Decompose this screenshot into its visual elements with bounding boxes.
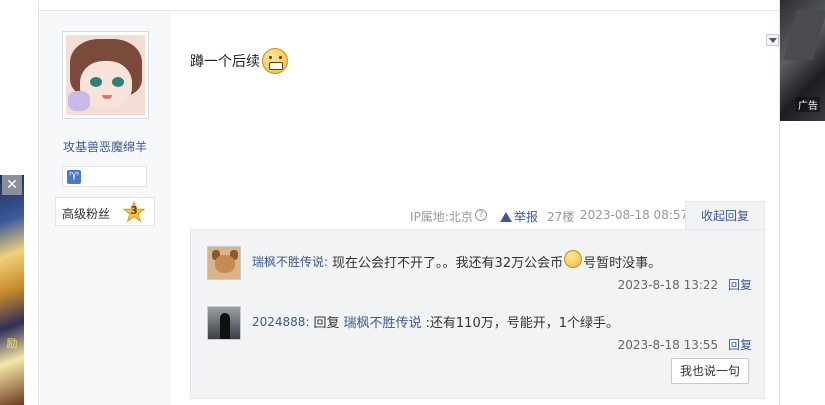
reply-timestamp: 2023-8-18 13:55 [617, 338, 719, 352]
side-ad-banner[interactable]: ✕ 励 [0, 175, 24, 405]
ip-location: IP属地:北京 [410, 210, 473, 224]
reply-button[interactable]: 回复 [728, 278, 752, 292]
reply-meta: 2023-8-18 13:22 回复 [618, 276, 752, 293]
reply-username[interactable]: 瑞枫不胜传说: [252, 253, 328, 270]
chevron-down-icon[interactable] [766, 34, 779, 46]
collapse-replies-button[interactable]: 收起回复 [685, 201, 765, 229]
level-number: 3 [130, 204, 138, 217]
warning-icon [500, 211, 512, 222]
side-ad-text: 励 [6, 337, 18, 350]
post-timestamp: 2023-08-18 08:57 [580, 208, 689, 222]
reply-avatar[interactable] [207, 246, 241, 280]
reply-button[interactable]: 回复 [728, 338, 752, 352]
zodiac-badge[interactable]: ♈ [62, 166, 147, 187]
reply-text: 瑞枫不胜传说: 现在公会打不开了。。我还有32万公会币 号暂时没事。 [252, 249, 662, 271]
reply-meta: 2023-8-18 13:55 回复 [618, 336, 752, 353]
smile-emoji-icon [564, 249, 583, 268]
post-text: 蹲一个后续 [190, 54, 260, 70]
reply-body: :还有110万，号能开，1个绿手。 [425, 316, 619, 331]
reply-mention[interactable]: 瑞枫不胜传说 [344, 312, 422, 331]
list-item: 瑞枫不胜传说: 现在公会打不开了。。我还有32万公会币 号暂时没事。 2023-… [207, 246, 752, 296]
reply-text: 2024888: 回复 瑞枫不胜传说 :还有110万，号能开，1个绿手。 [252, 312, 619, 332]
reply-avatar[interactable] [207, 306, 241, 340]
author-avatar[interactable] [62, 31, 149, 119]
reply-body: 现在公会打不开了。。我还有32万公会币 [332, 256, 564, 271]
help-icon[interactable]: ? [475, 209, 487, 221]
grin-emoji-icon [262, 48, 288, 74]
close-icon[interactable]: ✕ [2, 175, 22, 195]
post-content: 蹲一个后续 [190, 48, 288, 74]
floor-number: 27楼 [547, 210, 575, 224]
author-username[interactable]: 攻基兽恶魔绵羊 [39, 138, 171, 155]
add-comment-button[interactable]: 我也说一句 [671, 358, 749, 384]
reply-prefix: 回复 [313, 316, 340, 331]
reply-timestamp: 2023-8-18 13:22 [617, 278, 719, 292]
ad-label: 广告 [796, 97, 820, 112]
avatar-image [66, 35, 145, 115]
report-label: 举报 [514, 210, 539, 224]
fan-level-badge[interactable]: 高级粉丝 3 [55, 197, 155, 226]
right-ad-banner[interactable]: 广告 [780, 0, 825, 121]
reply-username[interactable]: 2024888: [252, 315, 310, 329]
reply-box: 瑞枫不胜传说: 现在公会打不开了。。我还有32万公会币 号暂时没事。 2023-… [190, 229, 765, 399]
level-title: 高级粉丝 [62, 207, 111, 221]
report-link[interactable]: 举报 [500, 208, 538, 225]
aries-icon: ♈ [67, 170, 81, 184]
list-item: 2024888: 回复 瑞枫不胜传说 :还有110万，号能开，1个绿手。 202… [207, 306, 752, 356]
reply-body-end: 号暂时没事。 [583, 256, 662, 271]
